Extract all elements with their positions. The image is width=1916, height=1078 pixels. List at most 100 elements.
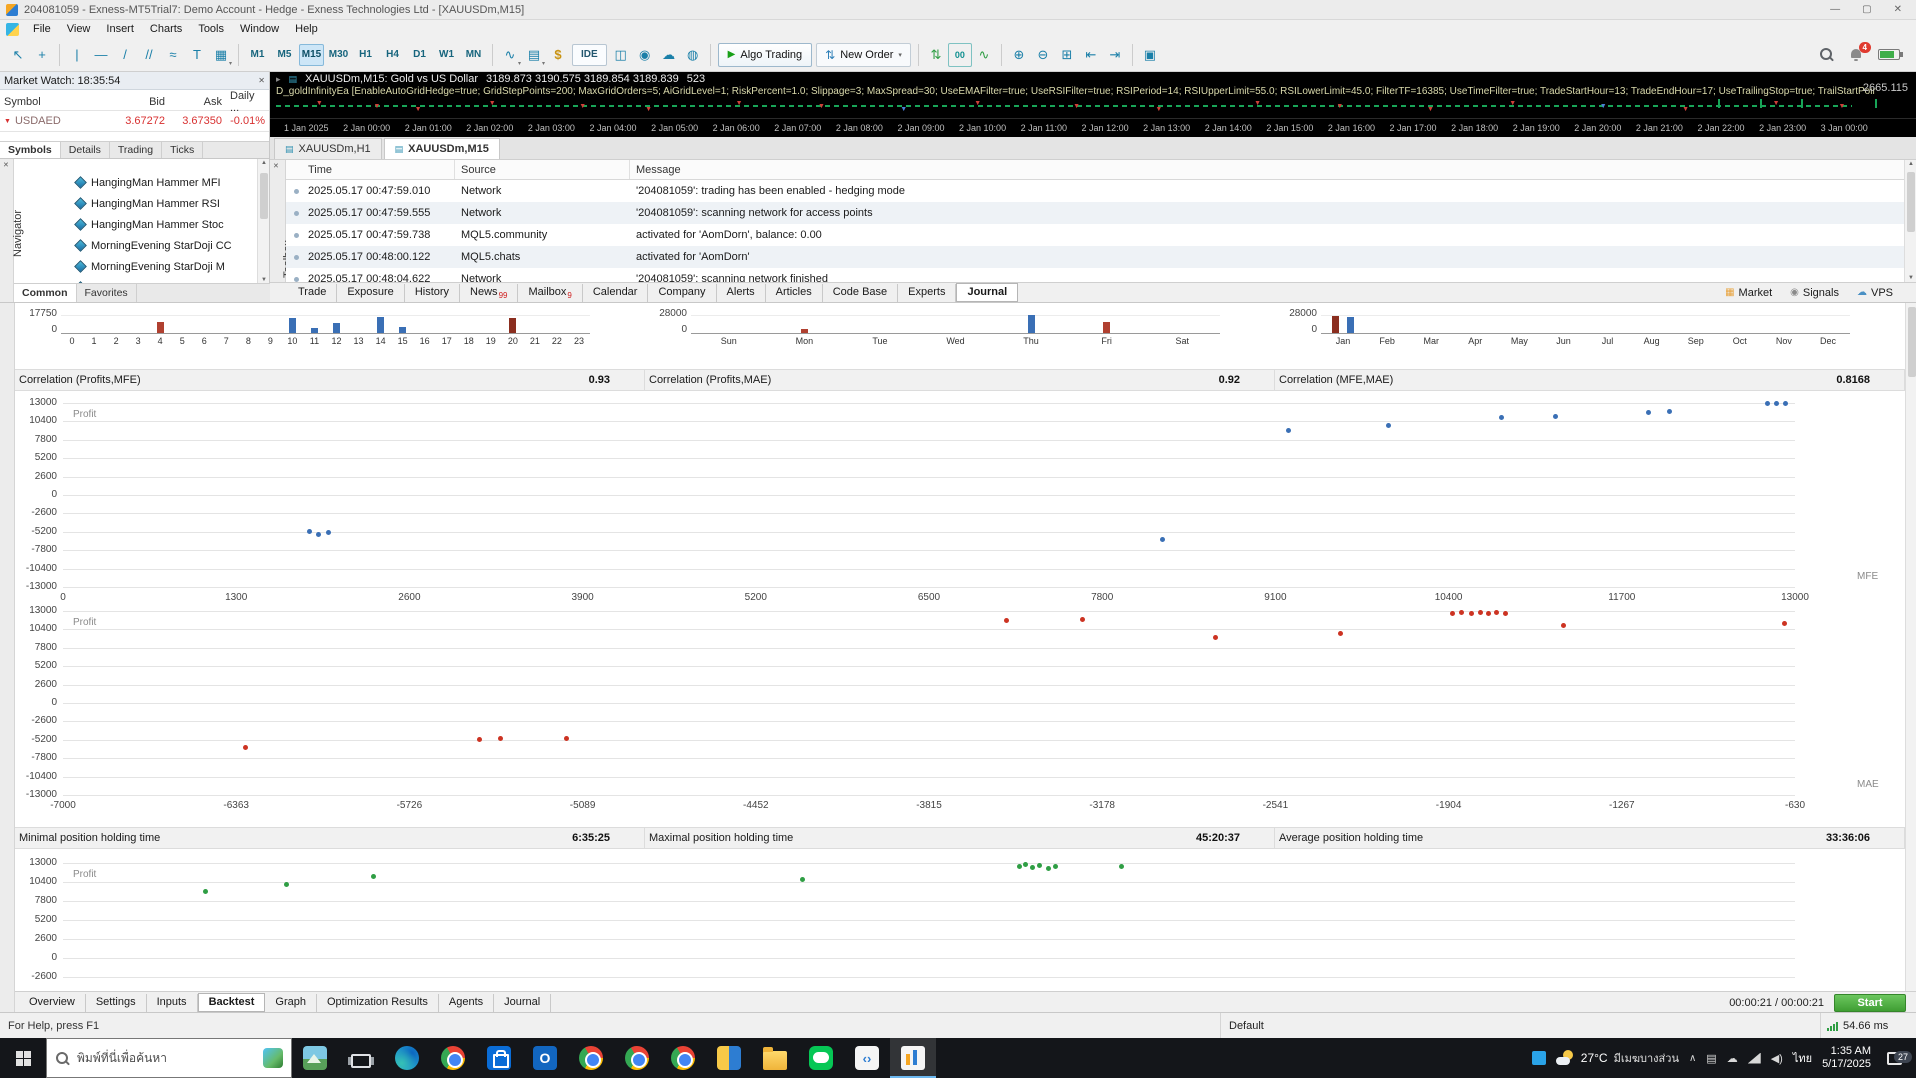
tester-tab-journal[interactable]: Journal xyxy=(494,993,552,1012)
market-watch-tab-ticks[interactable]: Ticks xyxy=(162,142,204,158)
dock-left-icon[interactable]: ⇤ xyxy=(1079,43,1103,67)
close-icon[interactable]: ✕ xyxy=(273,162,279,170)
close-icon[interactable]: ✕ xyxy=(3,161,9,169)
symbol-row-usdaed[interactable]: ▼ USDAED 3.67272 3.67350 -0.01% xyxy=(0,111,269,132)
market-dollar-icon[interactable]: $ xyxy=(546,43,570,67)
journal-column-source[interactable]: Source xyxy=(455,160,630,179)
horizontal-line-icon[interactable]: — xyxy=(89,43,113,67)
taskbar-clock[interactable]: 1:35 AM 5/17/2025 xyxy=(1822,1045,1871,1071)
taskbar-app-widget[interactable] xyxy=(292,1038,338,1078)
journal-row[interactable]: 2025.05.17 00:48:04.622 Network '204081059… xyxy=(286,268,1916,282)
vertical-line-icon[interactable]: | xyxy=(65,43,89,67)
market-watch-tab-trading[interactable]: Trading xyxy=(109,142,163,158)
toolbox-tab-mailbox[interactable]: Mailbox 9 xyxy=(518,283,583,302)
status-profile[interactable]: Default xyxy=(1220,1013,1820,1038)
search-icon[interactable] xyxy=(1819,47,1834,62)
taskbar-app-misc[interactable] xyxy=(706,1038,752,1078)
task-view-button[interactable] xyxy=(338,1038,384,1078)
notifications-bell-icon[interactable]: 4 xyxy=(1848,41,1871,63)
minimize-button[interactable]: — xyxy=(1830,4,1840,15)
depth-of-market-icon[interactable]: ◉ xyxy=(633,43,657,67)
menu-help[interactable]: Help xyxy=(287,21,326,37)
taskbar-app-chrome-1[interactable] xyxy=(430,1038,476,1078)
toolbox-tab-code-base[interactable]: Code Base xyxy=(823,283,899,302)
taskbar-app-line[interactable] xyxy=(798,1038,844,1078)
cursor-icon[interactable]: ↖ xyxy=(6,43,30,67)
menu-insert[interactable]: Insert xyxy=(98,21,142,37)
status-connection[interactable]: 54.66 ms xyxy=(1820,1013,1916,1038)
shapes-icon[interactable]: ▦ ▾ xyxy=(209,43,233,67)
taskbar-app-chrome-2[interactable] xyxy=(568,1038,614,1078)
toolbox-tab-company[interactable]: Company xyxy=(648,283,717,302)
navigator-item-morningevening-stardoji-cc[interactable]: MorningEvening StarDoji CC xyxy=(14,235,258,256)
navigator-tab-favorites[interactable]: Favorites xyxy=(76,284,137,302)
tester-scrollbar[interactable] xyxy=(1905,303,1916,991)
taskbar-app-edge[interactable] xyxy=(384,1038,430,1078)
trendline-icon[interactable]: / xyxy=(113,43,137,67)
journal-row[interactable]: 2025.05.17 00:47:59.555 Network '204081059… xyxy=(286,202,1916,224)
toolbox-tab-exposure[interactable]: Exposure xyxy=(337,283,405,302)
weather-widget[interactable]: 27°C มีเมฆบางส่วน xyxy=(1555,1049,1679,1067)
menu-view[interactable]: View xyxy=(59,21,99,37)
ide-button[interactable]: IDE xyxy=(572,43,607,66)
scroll-up-icon[interactable]: ▲ xyxy=(259,160,269,166)
text-tool-icon[interactable]: T xyxy=(185,43,209,67)
candle-chart-type-icon[interactable]: ▤ ▾ xyxy=(522,43,546,67)
navigator-scrollbar[interactable]: ▲ ▼ xyxy=(257,159,269,284)
tray-app-icon[interactable] xyxy=(1531,1051,1546,1065)
market-button[interactable]: ▦ Market xyxy=(1718,286,1779,300)
action-center-button[interactable]: 27 xyxy=(1881,1050,1912,1065)
toolbox-tab-experts[interactable]: Experts xyxy=(898,283,957,302)
journal-row[interactable]: 2025.05.17 00:47:59.010 Network '204081059… xyxy=(286,180,1916,202)
menu-file[interactable]: File xyxy=(25,21,59,37)
taskbar-app-code[interactable] xyxy=(844,1038,890,1078)
column-daily[interactable]: Daily ... xyxy=(226,90,269,114)
vps-button[interactable]: ☁ VPS xyxy=(1850,286,1900,300)
timeframe-m5[interactable]: M5 xyxy=(272,44,297,66)
profit-wave-icon[interactable]: ∿ xyxy=(972,43,996,67)
channel-icon[interactable]: // xyxy=(137,43,161,67)
toolbox-tab-news[interactable]: News 99 xyxy=(460,283,519,302)
monitor-icon[interactable]: ▤ xyxy=(1706,1052,1716,1065)
tester-tab-agents[interactable]: Agents xyxy=(439,993,495,1012)
journal-column-time[interactable]: Time xyxy=(286,160,455,179)
objects-list-icon[interactable]: ◫ xyxy=(609,43,633,67)
language-indicator[interactable]: ไทย xyxy=(1793,1049,1812,1067)
price-chart[interactable]: ▸ ▤ XAUUSDm,M15: Gold vs US Dollar 3189.… xyxy=(270,72,1916,118)
crosshair-icon[interactable]: + xyxy=(30,43,54,67)
tick-counter-icon[interactable]: 00 xyxy=(947,42,972,67)
dock-right-icon[interactable]: ⇥ xyxy=(1103,43,1127,67)
taskbar-app-outlook[interactable] xyxy=(522,1038,568,1078)
toolbox-tab-calendar[interactable]: Calendar xyxy=(583,283,649,302)
column-symbol[interactable]: Symbol xyxy=(0,96,112,108)
taskbar-app-file-explorer[interactable] xyxy=(752,1038,798,1078)
menu-window[interactable]: Window xyxy=(232,21,287,37)
signals-button[interactable]: ◉ Signals xyxy=(1783,286,1846,300)
toolbox-tab-articles[interactable]: Articles xyxy=(766,283,823,302)
toolbox-scrollbar[interactable]: ▲ ▼ xyxy=(1904,160,1916,282)
cloud-icon[interactable]: ☁ xyxy=(657,43,681,67)
algo-trading-button[interactable]: ▶ Algo Trading xyxy=(717,42,813,67)
tester-tab-optimization-results[interactable]: Optimization Results xyxy=(317,993,439,1012)
zoom-out-icon[interactable]: ⊖ xyxy=(1031,43,1055,67)
taskbar-search[interactable]: พิมพ์ที่นี่เพื่อค้นหา xyxy=(46,1038,292,1078)
chart-tab-xauusdm-h1[interactable]: ▤ XAUUSDm,H1 xyxy=(274,138,382,159)
menu-tools[interactable]: Tools xyxy=(190,21,232,37)
scroll-down-icon[interactable]: ▼ xyxy=(1906,275,1916,281)
tester-tab-backtest[interactable]: Backtest xyxy=(197,993,266,1012)
navigator-item-hangingman-hammer-mfi[interactable]: HangingMan Hammer MFI xyxy=(14,172,258,193)
scroll-up-icon[interactable]: ▲ xyxy=(1906,161,1916,167)
market-watch-tab-details[interactable]: Details xyxy=(60,142,110,158)
journal-row[interactable]: 2025.05.17 00:48:00.122 MQL5.chats activat… xyxy=(286,246,1916,268)
new-order-button[interactable]: ⇅ New Order ▾ xyxy=(816,42,911,67)
timeframe-mn[interactable]: MN xyxy=(461,44,486,66)
elliott-wave-icon[interactable]: ≈ xyxy=(161,43,185,67)
taskbar-app-chrome-3[interactable] xyxy=(614,1038,660,1078)
toolbox-tab-alerts[interactable]: Alerts xyxy=(717,283,766,302)
timeframe-h4[interactable]: H4 xyxy=(380,44,405,66)
web-terminal-icon[interactable]: ◍ xyxy=(681,43,705,67)
one-click-trading-icon[interactable]: ▸ xyxy=(276,74,281,85)
start-button[interactable]: Start xyxy=(1834,993,1906,1012)
column-ask[interactable]: Ask xyxy=(169,96,226,108)
chart-mini-icon[interactable]: ▤ xyxy=(289,74,298,85)
